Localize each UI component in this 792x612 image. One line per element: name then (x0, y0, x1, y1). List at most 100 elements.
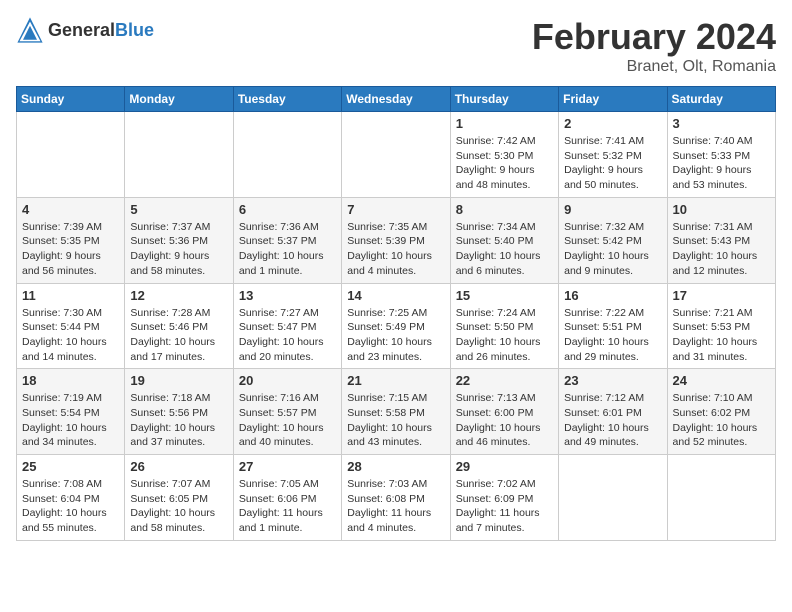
location-title: Branet, Olt, Romania (532, 58, 776, 76)
weekday-header-wednesday: Wednesday (342, 87, 450, 112)
calendar-cell (342, 112, 450, 198)
logo-general: General (48, 20, 115, 40)
calendar-cell: 25Sunrise: 7:08 AMSunset: 6:04 PMDayligh… (17, 455, 125, 541)
calendar-table: SundayMondayTuesdayWednesdayThursdayFrid… (16, 86, 776, 541)
calendar-cell (233, 112, 341, 198)
day-info: Sunrise: 7:21 AMSunset: 5:53 PMDaylight:… (673, 306, 770, 365)
logo-blue: Blue (115, 20, 154, 40)
day-number: 10 (673, 202, 770, 217)
page-header: GeneralBlue February 2024 Branet, Olt, R… (16, 16, 776, 76)
day-info: Sunrise: 7:13 AMSunset: 6:00 PMDaylight:… (456, 391, 553, 450)
calendar-cell: 21 Sunrise: 7:15 AMSunset: 5:58 PMDayligh… (342, 369, 450, 455)
day-info: Sunrise: 7:37 AMSunset: 5:36 PMDaylight:… (130, 220, 227, 279)
calendar-cell: 23 Sunrise: 7:12 AMSunset: 6:01 PMDayligh… (559, 369, 667, 455)
calendar-cell: 12 Sunrise: 7:28 AMSunset: 5:46 PMDayligh… (125, 283, 233, 369)
calendar-cell: 14Sunrise: 7:25 AMSunset: 5:49 PMDayligh… (342, 283, 450, 369)
day-number: 23 (564, 373, 661, 388)
day-info: Sunrise: 7:40 AMSunset: 5:33 PMDaylight:… (673, 134, 770, 193)
calendar-cell: 8 Sunrise: 7:34 AMSunset: 5:40 PMDaylight… (450, 197, 558, 283)
day-number: 18 (22, 373, 119, 388)
calendar-cell: 9 Sunrise: 7:32 AMSunset: 5:42 PMDaylight… (559, 197, 667, 283)
day-info: Sunrise: 7:18 AMSunset: 5:56 PMDaylight:… (130, 391, 227, 450)
day-number: 22 (456, 373, 553, 388)
weekday-header-sunday: Sunday (17, 87, 125, 112)
calendar-cell (667, 455, 775, 541)
day-info: Sunrise: 7:31 AMSunset: 5:43 PMDaylight:… (673, 220, 770, 279)
day-info: Sunrise: 7:41 AMSunset: 5:32 PMDaylight:… (564, 134, 661, 193)
day-number: 1 (456, 116, 553, 131)
calendar-cell: 27 Sunrise: 7:05 AMSunset: 6:06 PMDayligh… (233, 455, 341, 541)
calendar-cell: 2 Sunrise: 7:41 AMSunset: 5:32 PMDaylight… (559, 112, 667, 198)
day-number: 8 (456, 202, 553, 217)
day-info: Sunrise: 7:15 AMSunset: 5:58 PMDaylight:… (347, 391, 444, 450)
calendar-cell: 22 Sunrise: 7:13 AMSunset: 6:00 PMDayligh… (450, 369, 558, 455)
day-info: Sunrise: 7:08 AMSunset: 6:04 PMDaylight:… (22, 477, 119, 536)
day-number: 7 (347, 202, 444, 217)
calendar-cell: 16Sunrise: 7:22 AMSunset: 5:51 PMDayligh… (559, 283, 667, 369)
day-number: 3 (673, 116, 770, 131)
day-info: Sunrise: 7:19 AMSunset: 5:54 PMDaylight:… (22, 391, 119, 450)
calendar-week-5: 25Sunrise: 7:08 AMSunset: 6:04 PMDayligh… (17, 455, 776, 541)
day-number: 4 (22, 202, 119, 217)
calendar-cell: 6Sunrise: 7:36 AMSunset: 5:37 PMDaylight… (233, 197, 341, 283)
calendar-cell (17, 112, 125, 198)
day-info: Sunrise: 7:10 AMSunset: 6:02 PMDaylight:… (673, 391, 770, 450)
day-number: 21 (347, 373, 444, 388)
calendar-cell: 4 Sunrise: 7:39 AMSunset: 5:35 PMDaylight… (17, 197, 125, 283)
weekday-header-friday: Friday (559, 87, 667, 112)
month-title: February 2024 (532, 16, 776, 58)
calendar-cell: 28Sunrise: 7:03 AMSunset: 6:08 PMDayligh… (342, 455, 450, 541)
day-number: 11 (22, 288, 119, 303)
calendar-cell: 29 Sunrise: 7:02 AMSunset: 6:09 PMDayligh… (450, 455, 558, 541)
day-info: Sunrise: 7:34 AMSunset: 5:40 PMDaylight:… (456, 220, 553, 279)
weekday-header-saturday: Saturday (667, 87, 775, 112)
day-number: 13 (239, 288, 336, 303)
day-info: Sunrise: 7:12 AMSunset: 6:01 PMDaylight:… (564, 391, 661, 450)
weekday-header-row: SundayMondayTuesdayWednesdayThursdayFrid… (17, 87, 776, 112)
day-number: 27 (239, 459, 336, 474)
logo-icon (16, 16, 44, 44)
day-info: Sunrise: 7:28 AMSunset: 5:46 PMDaylight:… (130, 306, 227, 365)
calendar-week-2: 4 Sunrise: 7:39 AMSunset: 5:35 PMDaylight… (17, 197, 776, 283)
calendar-cell: 1 Sunrise: 7:42 AMSunset: 5:30 PMDaylight… (450, 112, 558, 198)
title-block: February 2024 Branet, Olt, Romania (532, 16, 776, 76)
day-number: 20 (239, 373, 336, 388)
calendar-week-1: 1 Sunrise: 7:42 AMSunset: 5:30 PMDaylight… (17, 112, 776, 198)
day-info: Sunrise: 7:39 AMSunset: 5:35 PMDaylight:… (22, 220, 119, 279)
day-number: 17 (673, 288, 770, 303)
day-number: 29 (456, 459, 553, 474)
day-info: Sunrise: 7:25 AMSunset: 5:49 PMDaylight:… (347, 306, 444, 365)
calendar-cell (559, 455, 667, 541)
weekday-header-monday: Monday (125, 87, 233, 112)
calendar-cell: 15 Sunrise: 7:24 AMSunset: 5:50 PMDayligh… (450, 283, 558, 369)
day-number: 2 (564, 116, 661, 131)
day-info: Sunrise: 7:24 AMSunset: 5:50 PMDaylight:… (456, 306, 553, 365)
day-info: Sunrise: 7:05 AMSunset: 6:06 PMDaylight:… (239, 477, 336, 536)
day-number: 12 (130, 288, 227, 303)
day-number: 28 (347, 459, 444, 474)
calendar-cell: 19 Sunrise: 7:18 AMSunset: 5:56 PMDayligh… (125, 369, 233, 455)
day-info: Sunrise: 7:02 AMSunset: 6:09 PMDaylight:… (456, 477, 553, 536)
day-number: 6 (239, 202, 336, 217)
day-number: 24 (673, 373, 770, 388)
day-number: 9 (564, 202, 661, 217)
day-number: 19 (130, 373, 227, 388)
calendar-cell (125, 112, 233, 198)
day-info: Sunrise: 7:22 AMSunset: 5:51 PMDaylight:… (564, 306, 661, 365)
calendar-cell: 24 Sunrise: 7:10 AMSunset: 6:02 PMDayligh… (667, 369, 775, 455)
calendar-cell: 5 Sunrise: 7:37 AMSunset: 5:36 PMDaylight… (125, 197, 233, 283)
calendar-cell: 13 Sunrise: 7:27 AMSunset: 5:47 PMDayligh… (233, 283, 341, 369)
day-info: Sunrise: 7:32 AMSunset: 5:42 PMDaylight:… (564, 220, 661, 279)
day-info: Sunrise: 7:27 AMSunset: 5:47 PMDaylight:… (239, 306, 336, 365)
day-info: Sunrise: 7:16 AMSunset: 5:57 PMDaylight:… (239, 391, 336, 450)
calendar-cell: 3 Sunrise: 7:40 AMSunset: 5:33 PMDaylight… (667, 112, 775, 198)
day-info: Sunrise: 7:42 AMSunset: 5:30 PMDaylight:… (456, 134, 553, 193)
day-number: 5 (130, 202, 227, 217)
calendar-cell: 7Sunrise: 7:35 AMSunset: 5:39 PMDaylight… (342, 197, 450, 283)
calendar-cell: 26Sunrise: 7:07 AMSunset: 6:05 PMDayligh… (125, 455, 233, 541)
weekday-header-tuesday: Tuesday (233, 87, 341, 112)
day-number: 26 (130, 459, 227, 474)
calendar-cell: 20 Sunrise: 7:16 AMSunset: 5:57 PMDayligh… (233, 369, 341, 455)
day-number: 15 (456, 288, 553, 303)
calendar-body: 1 Sunrise: 7:42 AMSunset: 5:30 PMDaylight… (17, 112, 776, 541)
